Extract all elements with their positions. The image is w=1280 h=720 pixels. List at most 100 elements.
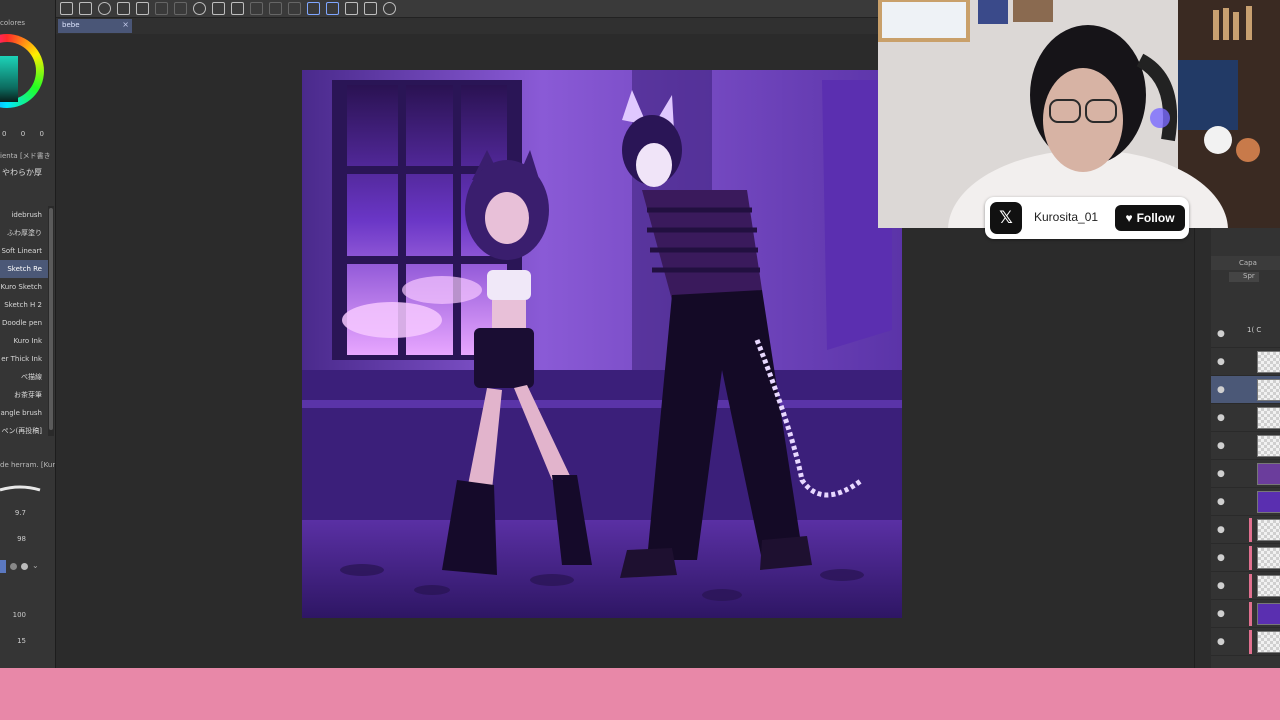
follow-button[interactable]: ♥ Follow	[1115, 205, 1185, 231]
social-follow-card: 𝕏 Kurosita_01 ♥ Follow	[985, 197, 1189, 239]
subtool-item[interactable]: Sketch H 2	[0, 296, 48, 314]
tip-soft-icon[interactable]	[21, 563, 28, 570]
subtool-item-selected[interactable]: Sketch Re	[0, 260, 48, 278]
rgb-r: 0	[2, 130, 7, 138]
layer-panel-title-text: Capa	[1239, 259, 1257, 267]
mobile-icon[interactable]	[364, 2, 377, 15]
layer-row[interactable]: ●	[1211, 572, 1280, 600]
layer-panel: Capa Spr ● 1( C ● ● ● ● ● ● ● ● ● ● ●	[1194, 228, 1280, 668]
subtool-item[interactable]: Doodle pen	[0, 314, 48, 332]
tools-icon[interactable]	[383, 2, 396, 15]
visibility-eye-icon[interactable]: ●	[1217, 385, 1225, 395]
blend-mode-select[interactable]: Spr	[1229, 272, 1259, 282]
subtool-item[interactable]: angle brush	[0, 404, 48, 422]
brush-stabilization[interactable]: 15	[0, 637, 48, 645]
close-icon[interactable]: ×	[122, 20, 129, 29]
layer-thumbnail	[1257, 351, 1280, 373]
rgb-g: 0	[20, 130, 26, 138]
layer-row[interactable]: ●	[1211, 628, 1280, 656]
x-logo-icon: 𝕏	[990, 202, 1022, 234]
layer-row[interactable]: ●	[1211, 516, 1280, 544]
fill-icon[interactable]	[212, 2, 225, 15]
visibility-eye-icon[interactable]: ●	[1217, 329, 1225, 339]
clipping-marker	[1249, 602, 1252, 626]
chevron-down-icon[interactable]: ⌄	[32, 561, 39, 570]
subtool-item[interactable]: Soft Lineart	[0, 242, 48, 260]
visibility-eye-icon[interactable]: ●	[1217, 525, 1225, 535]
select-icon[interactable]	[269, 2, 282, 15]
layer-row[interactable]: ●	[1211, 432, 1280, 460]
copy-icon[interactable]	[117, 2, 130, 15]
pen-icon[interactable]	[79, 2, 92, 15]
visibility-eye-icon[interactable]: ●	[1217, 553, 1225, 563]
eye-icon[interactable]	[98, 2, 111, 15]
webcam-overlay	[878, 0, 1280, 228]
line-icon[interactable]	[326, 2, 339, 15]
subtool-item[interactable]: Kuro Ink	[0, 332, 48, 350]
menu-icon[interactable]	[60, 2, 73, 15]
undo-icon[interactable]	[155, 2, 168, 15]
pen-pressure-icon[interactable]	[307, 2, 320, 15]
visibility-eye-icon[interactable]: ●	[1217, 413, 1225, 423]
visibility-eye-icon[interactable]: ●	[1217, 581, 1225, 591]
brush-density[interactable]: 100	[0, 611, 48, 619]
visibility-eye-icon[interactable]: ●	[1217, 609, 1225, 619]
layer-row[interactable]: ●	[1211, 544, 1280, 572]
layer-row[interactable]: ●	[1211, 348, 1280, 376]
subtool-list: idebrush ふわ厚塗り Soft Lineart Sketch Re Ku…	[0, 206, 48, 440]
edit-icon[interactable]	[345, 2, 358, 15]
layer-row-selected[interactable]: ●	[1211, 376, 1280, 404]
visibility-eye-icon[interactable]: ●	[1217, 637, 1225, 647]
wainscot	[302, 370, 902, 520]
crop-icon[interactable]	[231, 2, 244, 15]
subtool-item[interactable]: ふわ厚塗り	[0, 224, 48, 242]
document-tab[interactable]: bebe ×	[58, 19, 132, 33]
subtool-scrollbar[interactable]	[48, 206, 54, 436]
brush-category[interactable]: やわらか厚	[2, 167, 42, 178]
color-panel-title: colores	[0, 19, 26, 27]
layer-icon[interactable]	[136, 2, 149, 15]
artwork-canvas[interactable]	[302, 70, 902, 618]
brush-opacity[interactable]: 98	[0, 535, 48, 543]
visibility-eye-icon[interactable]: ●	[1217, 357, 1225, 367]
visibility-eye-icon[interactable]: ●	[1217, 497, 1225, 507]
layer-thumbnail	[1257, 379, 1280, 401]
layer-row[interactable]: ●	[1211, 460, 1280, 488]
clipping-marker	[1249, 630, 1252, 654]
subtool-item[interactable]: er Thick Ink	[0, 350, 48, 368]
rgb-readout: 0 0 0	[0, 130, 55, 138]
ruler-icon[interactable]	[288, 2, 301, 15]
spinner-icon[interactable]	[193, 2, 206, 15]
brush-size-value: 9.7	[14, 509, 26, 517]
subtool-item[interactable]: ペン(再投稿]	[0, 422, 48, 440]
subtool-item[interactable]: idebrush	[0, 206, 48, 224]
tip-hard-icon[interactable]	[10, 563, 17, 570]
brush-tip-selector[interactable]: ⌄	[0, 560, 44, 573]
command-toolbar	[0, 0, 878, 18]
color-square[interactable]	[0, 56, 18, 102]
brush-density-value: 100	[12, 611, 26, 619]
document-tab-label: bebe	[62, 21, 80, 29]
social-handle: Kurosita_01	[1034, 210, 1099, 224]
brush-panel-header: ienta [メド書き	[0, 152, 51, 160]
layer-row[interactable]: ●	[1211, 488, 1280, 516]
layer-row[interactable]: ● 1( C	[1211, 320, 1280, 348]
subtool-item[interactable]: お茶芽筆	[0, 386, 48, 404]
transform-icon[interactable]	[250, 2, 263, 15]
layer-thumbnail	[1257, 575, 1280, 597]
canvas-vertical-scrollbar[interactable]	[1195, 228, 1211, 668]
brush-opacity-value: 98	[17, 535, 26, 543]
document-tab-bar: bebe ×	[56, 18, 878, 34]
heart-icon: ♥	[1125, 211, 1133, 225]
layer-thumbnail	[1257, 547, 1280, 569]
redo-icon[interactable]	[174, 2, 187, 15]
tool-property-title: de herram. [Kur	[0, 461, 56, 469]
layer-row[interactable]: ●	[1211, 600, 1280, 628]
subtool-item[interactable]: ぺ描線	[0, 368, 48, 386]
subtool-item[interactable]: Kuro Sketch	[0, 278, 48, 296]
layer-row[interactable]: ●	[1211, 404, 1280, 432]
visibility-eye-icon[interactable]: ●	[1217, 441, 1225, 451]
layer-thumbnail	[1257, 603, 1280, 625]
visibility-eye-icon[interactable]: ●	[1217, 469, 1225, 479]
brush-size[interactable]: 9.7	[0, 509, 48, 517]
